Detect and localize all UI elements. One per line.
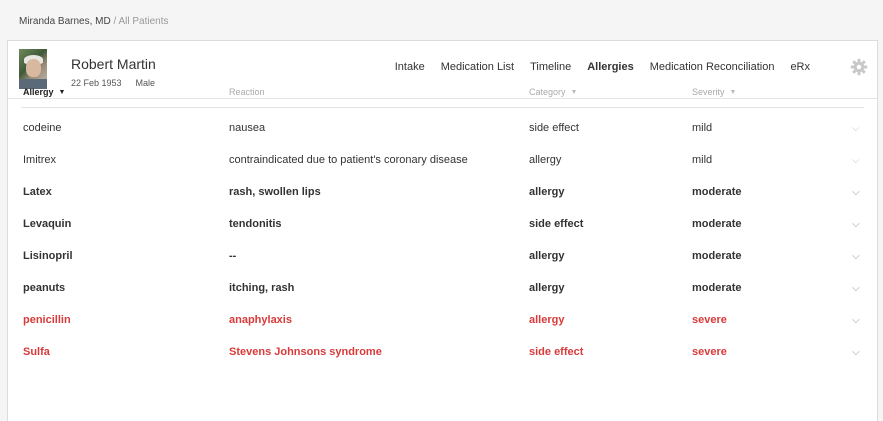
category-cell: allergy: [529, 154, 562, 166]
reaction-cell: --: [229, 250, 237, 262]
chevron-down-icon[interactable]: ⌵: [852, 336, 860, 368]
allergy-cell: Sulfa: [23, 346, 50, 358]
allergy-cell: peanuts: [23, 282, 66, 294]
caret-down-icon: ▼: [58, 89, 66, 96]
column-reaction: Reaction: [229, 87, 265, 97]
category-cell: side effect: [529, 122, 579, 134]
allergy-cell: Imitrex: [23, 154, 56, 166]
chevron-down-icon[interactable]: ⌵: [852, 112, 860, 144]
severity-cell: severe: [692, 346, 727, 358]
chevron-down-icon[interactable]: ⌵: [852, 176, 860, 208]
allergy-cell: Latex: [23, 186, 52, 198]
caret-down-icon: ▼: [570, 89, 578, 96]
gear-icon[interactable]: [850, 58, 868, 76]
allergy-cell: Lisinopril: [23, 250, 73, 262]
column-severity-label: Severity: [692, 87, 725, 97]
category-cell: side effect: [529, 346, 584, 358]
category-cell: allergy: [529, 250, 565, 262]
breadcrumb-doctor[interactable]: Miranda Barnes, MD: [19, 16, 111, 27]
table-row[interactable]: Sulfa Stevens Johnsons syndrome side eff…: [21, 336, 864, 368]
tab-erx[interactable]: eRx: [790, 61, 810, 73]
category-cell: allergy: [529, 186, 565, 198]
table-row[interactable]: Levaquin tendonitis side effect moderate…: [21, 208, 864, 240]
allergy-cell: penicillin: [23, 314, 71, 326]
breadcrumb: Miranda Barnes, MD / All Patients: [19, 16, 169, 27]
tab-intake[interactable]: Intake: [395, 61, 425, 73]
allergy-cell: codeine: [23, 122, 62, 134]
table-row[interactable]: Imitrex contraindicated due to patient's…: [21, 144, 864, 176]
patient-name: Robert Martin: [71, 56, 156, 72]
column-allergy-label: Allergy: [23, 87, 54, 97]
tab-medication-list[interactable]: Medication List: [441, 61, 514, 73]
severity-cell: moderate: [692, 186, 742, 198]
chevron-down-icon[interactable]: ⌵: [852, 144, 860, 176]
severity-cell: moderate: [692, 250, 742, 262]
caret-down-icon: ▼: [729, 89, 737, 96]
chevron-down-icon[interactable]: ⌵: [852, 208, 860, 240]
reaction-cell: rash, swollen lips: [229, 186, 321, 198]
column-allergy[interactable]: Allergy ▼: [23, 87, 65, 97]
tab-timeline[interactable]: Timeline: [530, 61, 571, 73]
avatar: [19, 49, 47, 89]
reaction-cell: itching, rash: [229, 282, 295, 294]
column-category[interactable]: Category ▼: [529, 87, 577, 97]
reaction-cell: Stevens Johnsons syndrome: [229, 346, 382, 358]
severity-cell: mild: [692, 154, 713, 166]
patient-nav: Intake Medication List Timeline Allergie…: [395, 61, 810, 73]
reaction-cell: tendonitis: [229, 218, 282, 230]
allergy-cell: Levaquin: [23, 218, 72, 230]
allergy-table-header: Allergy ▼ Reaction Category ▼ Severity ▼: [21, 86, 864, 108]
chevron-down-icon[interactable]: ⌵: [852, 272, 860, 304]
table-row[interactable]: penicillin anaphylaxis allergy severe ⌵: [21, 304, 864, 336]
column-severity[interactable]: Severity ▼: [692, 87, 736, 97]
column-reaction-label: Reaction: [229, 87, 265, 97]
breadcrumb-all-patients[interactable]: All Patients: [119, 16, 169, 27]
breadcrumb-separator: /: [110, 16, 119, 27]
reaction-cell: nausea: [229, 122, 266, 134]
chevron-down-icon[interactable]: ⌵: [852, 304, 860, 336]
table-row[interactable]: Lisinopril -- allergy moderate ⌵: [21, 240, 864, 272]
category-cell: allergy: [529, 314, 565, 326]
table-row[interactable]: peanuts itching, rash allergy moderate ⌵: [21, 272, 864, 304]
category-cell: allergy: [529, 282, 565, 294]
chevron-down-icon[interactable]: ⌵: [852, 240, 860, 272]
reaction-cell: contraindicated due to patient's coronar…: [229, 154, 468, 166]
table-row[interactable]: codeine nausea side effect mild ⌵: [21, 112, 864, 144]
category-cell: side effect: [529, 218, 584, 230]
tab-allergies[interactable]: Allergies: [587, 61, 633, 73]
severity-cell: severe: [692, 314, 727, 326]
severity-cell: mild: [692, 122, 713, 134]
allergy-table-body: codeine nausea side effect mild ⌵ Imitre…: [21, 112, 864, 368]
table-row[interactable]: Latex rash, swollen lips allergy moderat…: [21, 176, 864, 208]
tab-medication-reconciliation[interactable]: Medication Reconciliation: [650, 61, 775, 73]
column-category-label: Category: [529, 87, 566, 97]
severity-cell: moderate: [692, 282, 742, 294]
reaction-cell: anaphylaxis: [229, 314, 292, 326]
severity-cell: moderate: [692, 218, 742, 230]
